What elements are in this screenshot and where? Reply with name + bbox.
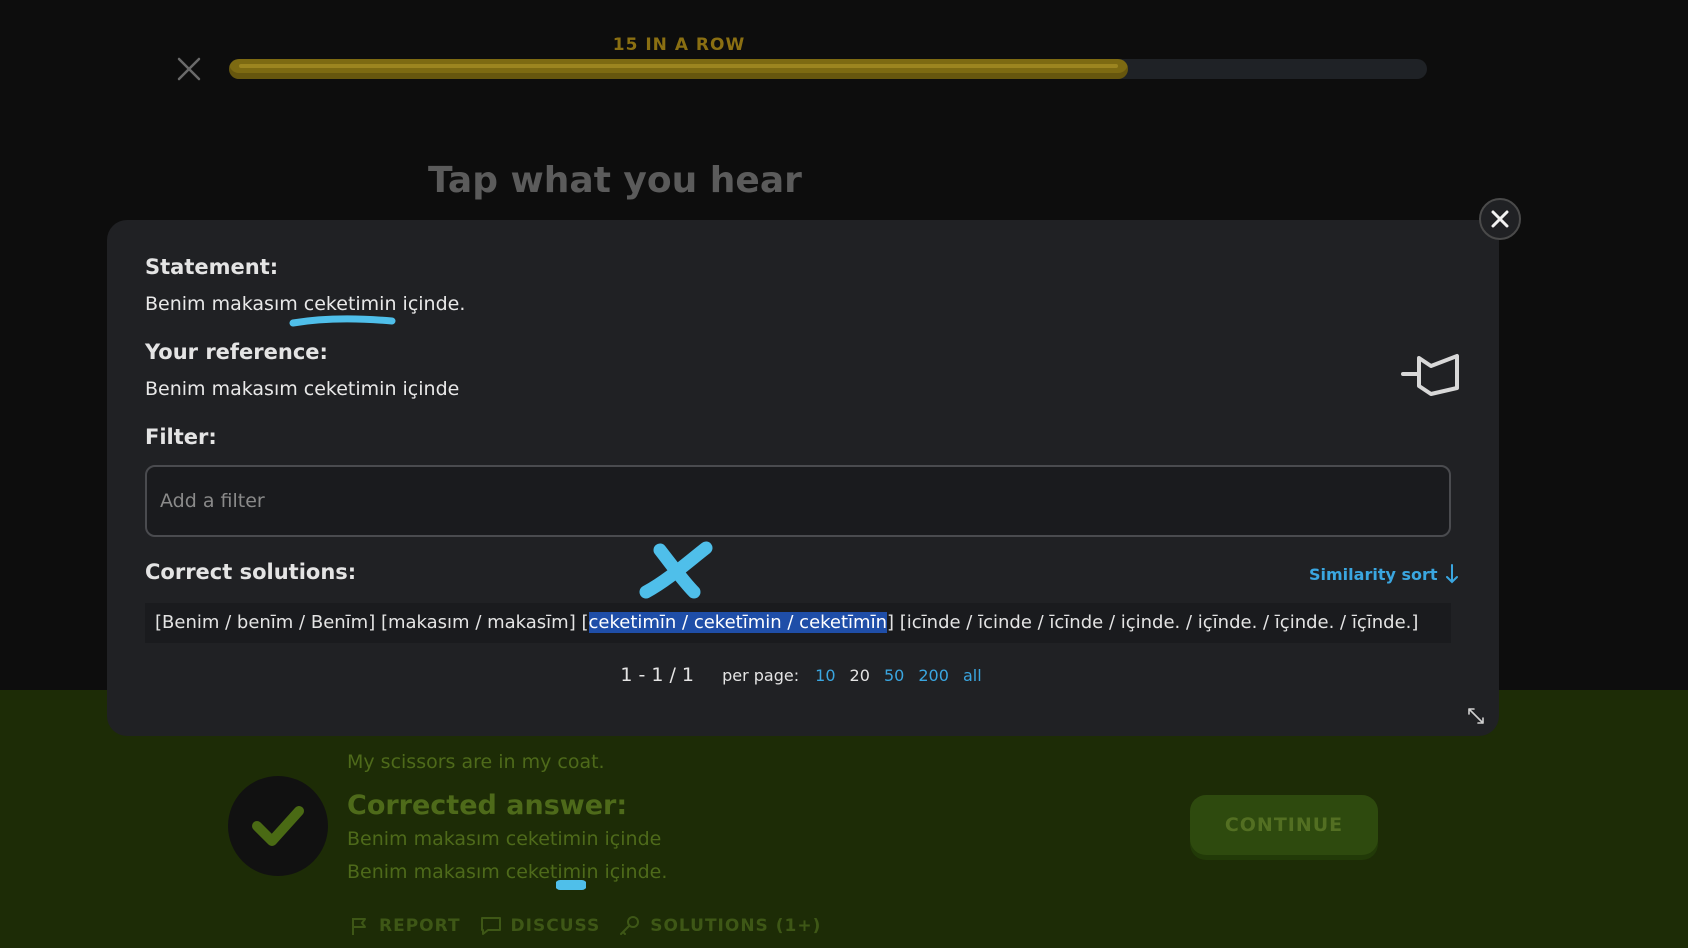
solution-text-part: ] [icīnde / īcinde / īcīnde / içinde. / … xyxy=(887,612,1419,633)
expand-icon[interactable] xyxy=(1467,707,1485,725)
close-icon[interactable] xyxy=(176,56,202,82)
similarity-sort-button[interactable]: Similarity sort xyxy=(1309,564,1458,584)
page-title: Tap what you hear xyxy=(428,160,802,201)
statement-highlight-word: ceketimin xyxy=(303,293,397,315)
selected-text: ceketimīn / ceketīmin / ceketīmīn xyxy=(588,612,888,633)
solutions-dialog: Statement: Benim makasım ceketimin içind… xyxy=(107,220,1499,736)
solutions-label: Correct solutions: xyxy=(145,560,357,584)
report-button[interactable]: REPORT xyxy=(349,914,461,938)
corrected-answer-line: Benim makasım ceketimin içinde xyxy=(347,828,662,850)
corrected-answer-title: Corrected answer: xyxy=(347,790,628,821)
continue-button[interactable]: CONTINUE xyxy=(1190,795,1378,855)
arrow-down-icon xyxy=(1445,564,1458,584)
filter-label: Filter: xyxy=(145,425,217,449)
per-page-option-50[interactable]: 50 xyxy=(884,666,904,685)
solution-text-part: [Benim / benīm / Benīm] [makasım / makas… xyxy=(155,612,589,633)
progress-bar xyxy=(229,59,1427,79)
per-page-label: per page: xyxy=(722,666,800,685)
solutions-button[interactable]: SOLUTIONS (1+) xyxy=(618,914,821,938)
reference-label: Your reference: xyxy=(145,340,328,364)
statement-text-part: Benim makasım xyxy=(145,293,304,315)
solution-row[interactable]: [Benim / benīm / Benīm] [makasım / makas… xyxy=(145,603,1451,643)
checkmark-icon xyxy=(252,806,304,846)
key-icon xyxy=(620,916,640,935)
solutions-label: SOLUTIONS (1+) xyxy=(650,916,822,936)
correct-check-badge xyxy=(228,776,328,876)
report-label: REPORT xyxy=(379,916,461,936)
pin-icon[interactable] xyxy=(1401,350,1463,398)
pagination-range: 1 - 1 / 1 xyxy=(620,664,695,686)
corrected-answer-line: Benim makasım ceketimin içinde. xyxy=(347,861,668,883)
similarity-sort-label: Similarity sort xyxy=(1309,564,1438,584)
comment-icon xyxy=(480,917,501,935)
per-page-option-20[interactable]: 20 xyxy=(850,666,870,685)
per-page-option-all[interactable]: all xyxy=(963,666,982,685)
discuss-button[interactable]: DISCUSS xyxy=(479,914,601,938)
pagination: 1 - 1 / 1 per page: 10 20 50 200 all xyxy=(107,664,1499,686)
statement-text-part: içinde. xyxy=(396,293,466,315)
per-page-option-10[interactable]: 10 xyxy=(815,666,835,685)
progress-bar-fill xyxy=(229,59,1128,79)
close-icon xyxy=(1491,210,1509,228)
streak-label: 15 IN A ROW xyxy=(612,35,746,55)
reference-text: Benim makasım ceketimin içinde xyxy=(145,378,460,400)
filter-input[interactable] xyxy=(145,465,1451,537)
flag-icon xyxy=(352,918,366,935)
statement-text: Benim makasım ceketimin içinde. xyxy=(145,293,465,315)
per-page-option-200[interactable]: 200 xyxy=(918,666,949,685)
footer-actions: REPORT DISCUSS SOLUTIONS (1+) xyxy=(349,914,821,938)
dialog-close-button[interactable] xyxy=(1479,198,1521,240)
statement-label: Statement: xyxy=(145,255,279,279)
meaning-text: My scissors are in my coat. xyxy=(347,751,605,773)
discuss-label: DISCUSS xyxy=(510,916,601,936)
